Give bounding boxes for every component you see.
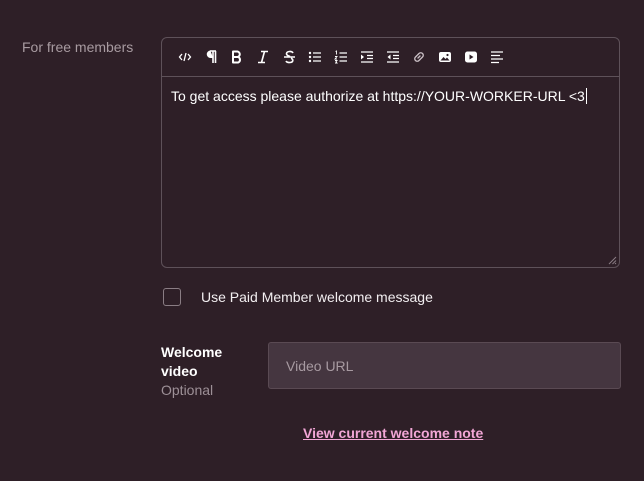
- section-label: For free members: [22, 39, 134, 55]
- numbered-list-icon[interactable]: [328, 44, 354, 70]
- editor-toolbar: [162, 38, 619, 77]
- bold-icon[interactable]: [224, 44, 250, 70]
- code-icon[interactable]: [172, 44, 198, 70]
- paid-welcome-row: Use Paid Member welcome message: [163, 288, 433, 306]
- welcome-video-label: Welcome video Optional: [161, 343, 251, 400]
- align-icon[interactable]: [484, 44, 510, 70]
- resize-handle-icon[interactable]: [607, 255, 617, 265]
- paid-welcome-checkbox[interactable]: [163, 288, 181, 306]
- rich-text-editor[interactable]: To get access please authorize at https:…: [161, 37, 620, 268]
- video-url-input[interactable]: [268, 342, 621, 389]
- editor-text: To get access please authorize at https:…: [171, 88, 585, 104]
- outdent-icon[interactable]: [380, 44, 406, 70]
- strikethrough-icon[interactable]: [276, 44, 302, 70]
- image-icon[interactable]: [432, 44, 458, 70]
- indent-icon[interactable]: [354, 44, 380, 70]
- italic-icon[interactable]: [250, 44, 276, 70]
- editor-content[interactable]: To get access please authorize at https:…: [162, 77, 619, 115]
- link-icon[interactable]: [406, 44, 432, 70]
- welcome-video-title: Welcome video: [161, 344, 223, 379]
- paid-welcome-label[interactable]: Use Paid Member welcome message: [201, 289, 433, 305]
- text-caret: [585, 88, 587, 104]
- view-welcome-note-link[interactable]: View current welcome note: [303, 425, 483, 441]
- paragraph-icon[interactable]: [198, 44, 224, 70]
- welcome-video-optional: Optional: [161, 382, 214, 398]
- video-icon[interactable]: [458, 44, 484, 70]
- bullet-list-icon[interactable]: [302, 44, 328, 70]
